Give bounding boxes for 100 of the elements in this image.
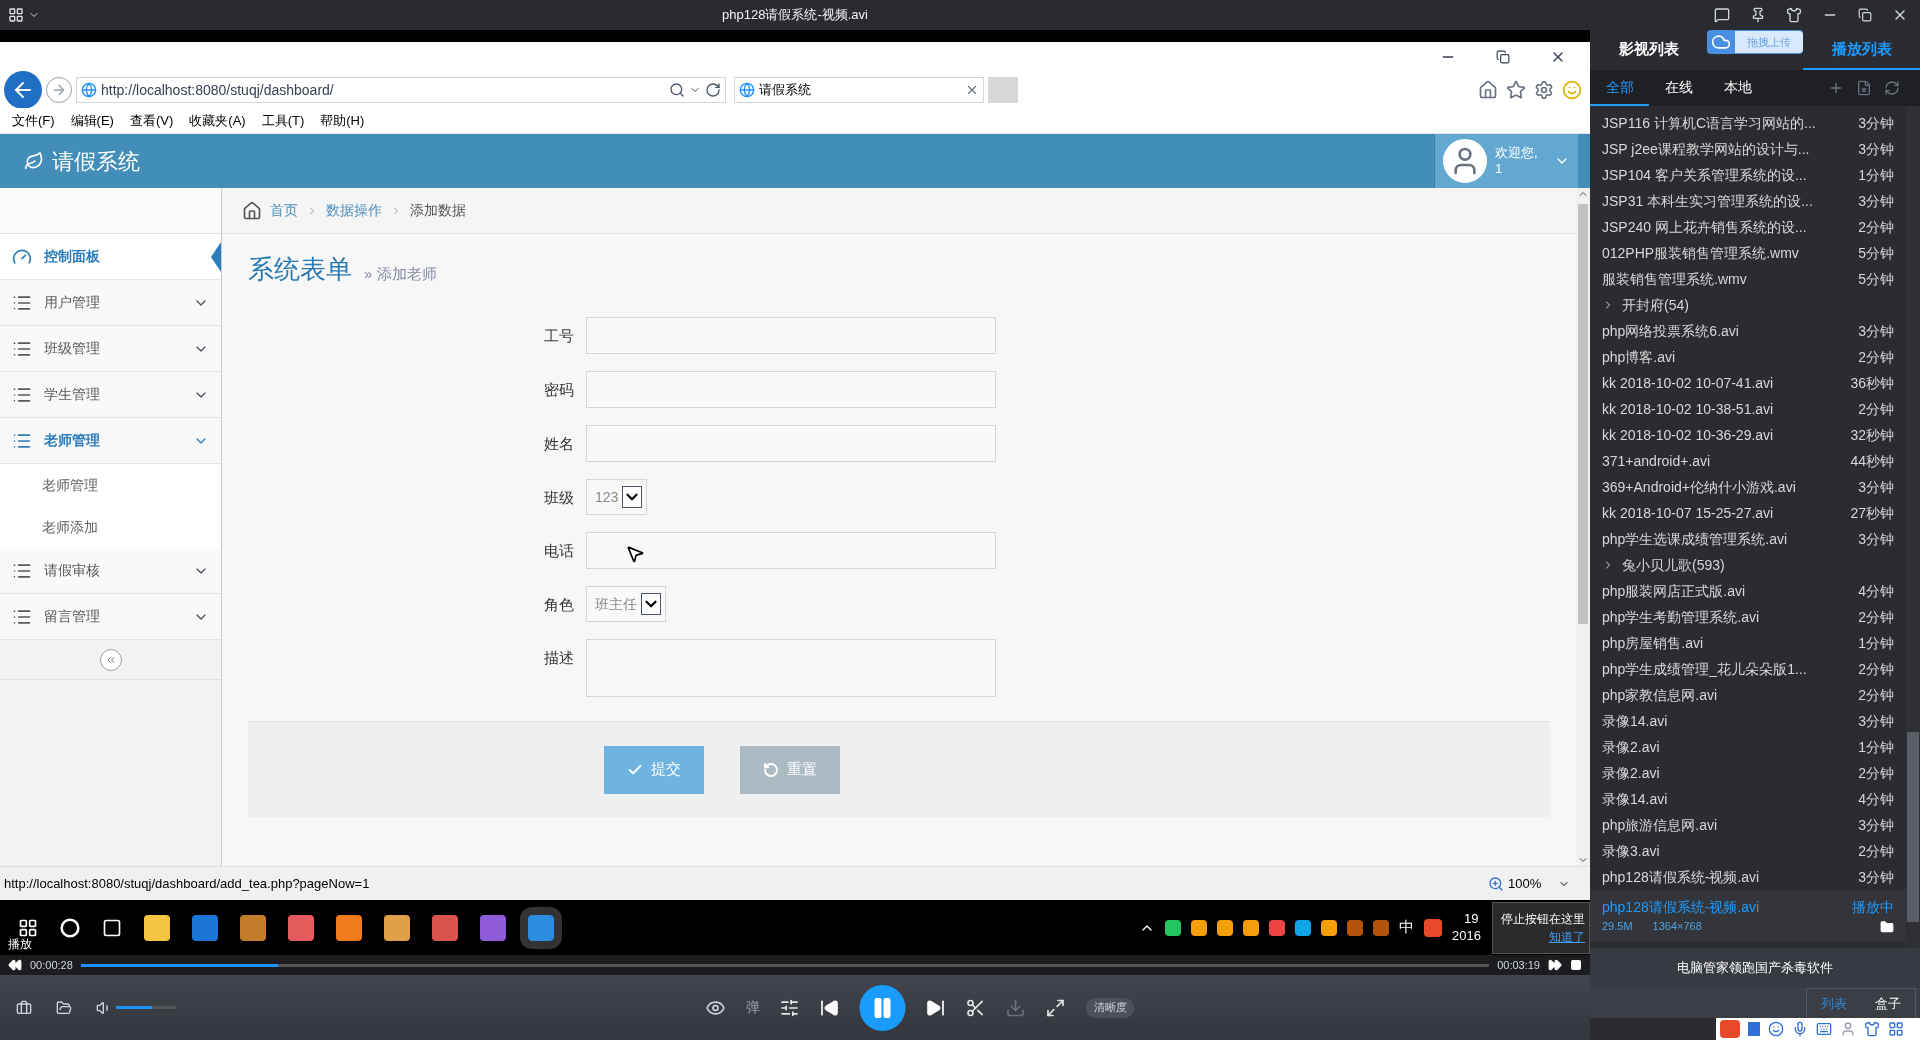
equalizer-icon[interactable] bbox=[779, 997, 800, 1018]
menu-item[interactable]: 收藏夹(A) bbox=[189, 110, 246, 131]
playlist-item[interactable]: php网络投票系统6.avi 3分钟 bbox=[1590, 318, 1906, 344]
description-field[interactable] bbox=[586, 639, 996, 697]
sidebar-item[interactable]: 控制面板 bbox=[0, 234, 221, 280]
home-icon[interactable] bbox=[242, 200, 262, 221]
playlist-item[interactable]: 录像14.avi 4分钟 bbox=[1590, 786, 1906, 812]
playlist-item[interactable]: JSP104 客户关系管理系统的设... 1分钟 bbox=[1590, 162, 1906, 188]
fullscreen-icon[interactable] bbox=[1045, 997, 1066, 1018]
windows-start-icon[interactable] bbox=[18, 917, 38, 938]
playlist-item[interactable]: php家教信息网.avi 2分钟 bbox=[1590, 682, 1906, 708]
playlist-item[interactable]: 录像14.avi 3分钟 bbox=[1590, 708, 1906, 734]
menu-item[interactable]: 工具(T) bbox=[261, 110, 305, 131]
playlist-item[interactable]: 012PHP服装销售管理系统.wmv 5分钟 bbox=[1590, 240, 1906, 266]
current-playlist-item[interactable]: php128请假系统-视频.avi 播放中 29.5M 1364×768 bbox=[1590, 890, 1906, 942]
back-button[interactable] bbox=[4, 71, 42, 109]
sidebar-item[interactable]: 班级管理 bbox=[0, 326, 221, 372]
playlist-item[interactable]: JSP31 本科生实习管理系统的设... 3分钟 bbox=[1590, 188, 1906, 214]
playlist-item[interactable]: php旅游信息网.avi 3分钟 bbox=[1590, 812, 1906, 838]
close-tab-icon[interactable] bbox=[965, 83, 979, 97]
browser-tab[interactable]: 请假系统 bbox=[734, 77, 984, 103]
playlist-item[interactable]: kk 2018-10-07 15-25-27.avi 27秒钟 bbox=[1590, 500, 1906, 526]
playlist-item[interactable]: php房屋销售.avi 1分钟 bbox=[1590, 630, 1906, 656]
dismiss-link[interactable]: 知道了 bbox=[1549, 927, 1585, 946]
rewind-icon[interactable] bbox=[8, 958, 22, 972]
playlist-item[interactable]: 录像2.avi 2分钟 bbox=[1590, 760, 1906, 786]
playlist-item[interactable]: php服装网店正式版.avi 4分钟 bbox=[1590, 578, 1906, 604]
playlist-item[interactable]: 录像2.avi 1分钟 bbox=[1590, 734, 1906, 760]
scissors-icon[interactable] bbox=[965, 997, 986, 1018]
sidebar-item[interactable]: 学生管理 bbox=[0, 372, 221, 418]
playlist-item[interactable]: JSP j2ee课程教学网站的设计与... 3分钟 bbox=[1590, 136, 1906, 162]
refresh-icon[interactable] bbox=[705, 82, 721, 98]
playlist-item[interactable]: php学生选课成绩管理系统.avi 3分钟 bbox=[1590, 526, 1906, 552]
menu-item[interactable]: 查看(V) bbox=[129, 110, 174, 131]
ad-text[interactable]: 电脑管家领跑国产杀毒软件 bbox=[1590, 948, 1920, 988]
search-icon[interactable] bbox=[669, 82, 685, 98]
zoom-level[interactable]: 100% bbox=[1508, 873, 1558, 894]
menu-item[interactable]: 编辑(E) bbox=[70, 110, 114, 131]
playlist-folder[interactable]: 兔小贝儿歌(593) bbox=[1622, 554, 1725, 576]
user-icon[interactable] bbox=[1840, 1021, 1856, 1037]
layout-icon[interactable] bbox=[8, 7, 24, 23]
cortana-icon[interactable] bbox=[60, 917, 80, 938]
playlist-item[interactable]: php博客.avi 2分钟 bbox=[1590, 344, 1906, 370]
ime-indicator[interactable]: 中 bbox=[1399, 916, 1414, 939]
playlist-item[interactable]: php学生考勤管理系统.avi 2分钟 bbox=[1590, 604, 1906, 630]
stop-icon[interactable] bbox=[1570, 959, 1582, 971]
fast-forward-icon[interactable] bbox=[1548, 958, 1562, 972]
sidebar-item[interactable]: 请假审核 bbox=[0, 548, 221, 594]
playlist-scrollbar[interactable] bbox=[1906, 106, 1920, 948]
emoji-icon[interactable] bbox=[1768, 1021, 1784, 1037]
menu-item[interactable]: 帮助(H) bbox=[320, 110, 365, 131]
filter-tab[interactable]: 在线 bbox=[1649, 70, 1708, 106]
sidebar-item[interactable]: 用户管理 bbox=[0, 280, 221, 326]
playlist-item[interactable]: JSP116 计算机C语言学习网站的... 3分钟 bbox=[1590, 110, 1906, 136]
text-field[interactable] bbox=[586, 317, 996, 354]
keyboard-icon[interactable] bbox=[1816, 1021, 1832, 1037]
panel-tab[interactable]: 影视列表 bbox=[1590, 30, 1707, 70]
playlist-item[interactable]: php学生成绩管理_花儿朵朵版1... 2分钟 bbox=[1590, 656, 1906, 682]
restore-icon[interactable] bbox=[1496, 50, 1510, 64]
volume-slider[interactable] bbox=[116, 1006, 176, 1009]
loop-icon[interactable] bbox=[1884, 80, 1900, 96]
remove-file-icon[interactable] bbox=[1856, 80, 1872, 96]
playlist-item[interactable]: 369+Android+伦纳什小游戏.avi 3分钟 bbox=[1590, 474, 1906, 500]
previous-icon[interactable] bbox=[819, 997, 840, 1018]
playlist-item[interactable]: kk 2018-10-02 10-07-41.avi 36秒钟 bbox=[1590, 370, 1906, 396]
playlist-item[interactable]: 录像3.avi 2分钟 bbox=[1590, 838, 1906, 864]
select-field[interactable]: 班主任 bbox=[586, 586, 666, 622]
sidebar-item[interactable]: 老师管理 bbox=[0, 418, 221, 464]
task-view-icon[interactable] bbox=[102, 917, 122, 938]
toolbox-icon[interactable] bbox=[16, 999, 32, 1016]
grid-icon[interactable] bbox=[1888, 1021, 1904, 1037]
zoom-icon[interactable] bbox=[1488, 875, 1504, 892]
next-icon[interactable] bbox=[925, 997, 946, 1018]
open-folder-icon[interactable] bbox=[56, 999, 72, 1016]
quality-button[interactable]: 清晰度 bbox=[1085, 997, 1135, 1018]
pause-button[interactable] bbox=[859, 984, 906, 1031]
playlist-item[interactable]: kk 2018-10-02 10-38-51.avi 2分钟 bbox=[1590, 396, 1906, 422]
playlist-folder[interactable]: 开封府(54) bbox=[1622, 294, 1689, 316]
submenu-item[interactable]: 老师添加 bbox=[0, 506, 221, 548]
shirt-icon[interactable] bbox=[1864, 1021, 1880, 1037]
feedback-icon[interactable] bbox=[1714, 7, 1730, 23]
address-bar[interactable]: http://localhost:8080/stuqj/dashboard/ bbox=[76, 77, 726, 103]
add-icon[interactable] bbox=[1828, 80, 1844, 96]
text-field[interactable] bbox=[586, 425, 996, 462]
filter-tab[interactable]: 本地 bbox=[1708, 70, 1767, 106]
playlist-item[interactable]: php128请假系统-视频.avi 3分钟 bbox=[1590, 864, 1906, 890]
danmaku-toggle[interactable]: 弹 bbox=[745, 997, 760, 1018]
text-field[interactable] bbox=[586, 532, 996, 569]
menu-item[interactable]: 文件(F) bbox=[12, 110, 55, 131]
playlist-item[interactable]: 371+android+.avi 44秒钟 bbox=[1590, 448, 1906, 474]
bottom-tab[interactable]: 盒子 bbox=[1861, 989, 1915, 1018]
pin-icon[interactable] bbox=[1750, 7, 1766, 23]
playlist-item[interactable]: kk 2018-10-02 10-36-29.avi 32秒钟 bbox=[1590, 422, 1906, 448]
home-icon[interactable] bbox=[1478, 80, 1498, 100]
restore-icon[interactable] bbox=[1858, 8, 1872, 22]
playlist-item[interactable]: JSP240 网上花卉销售系统的设... 2分钟 bbox=[1590, 214, 1906, 240]
settings-icon[interactable] bbox=[1534, 80, 1554, 100]
text-field[interactable] bbox=[586, 371, 996, 408]
favorites-icon[interactable] bbox=[1506, 80, 1526, 100]
microphone-icon[interactable] bbox=[1792, 1021, 1808, 1037]
